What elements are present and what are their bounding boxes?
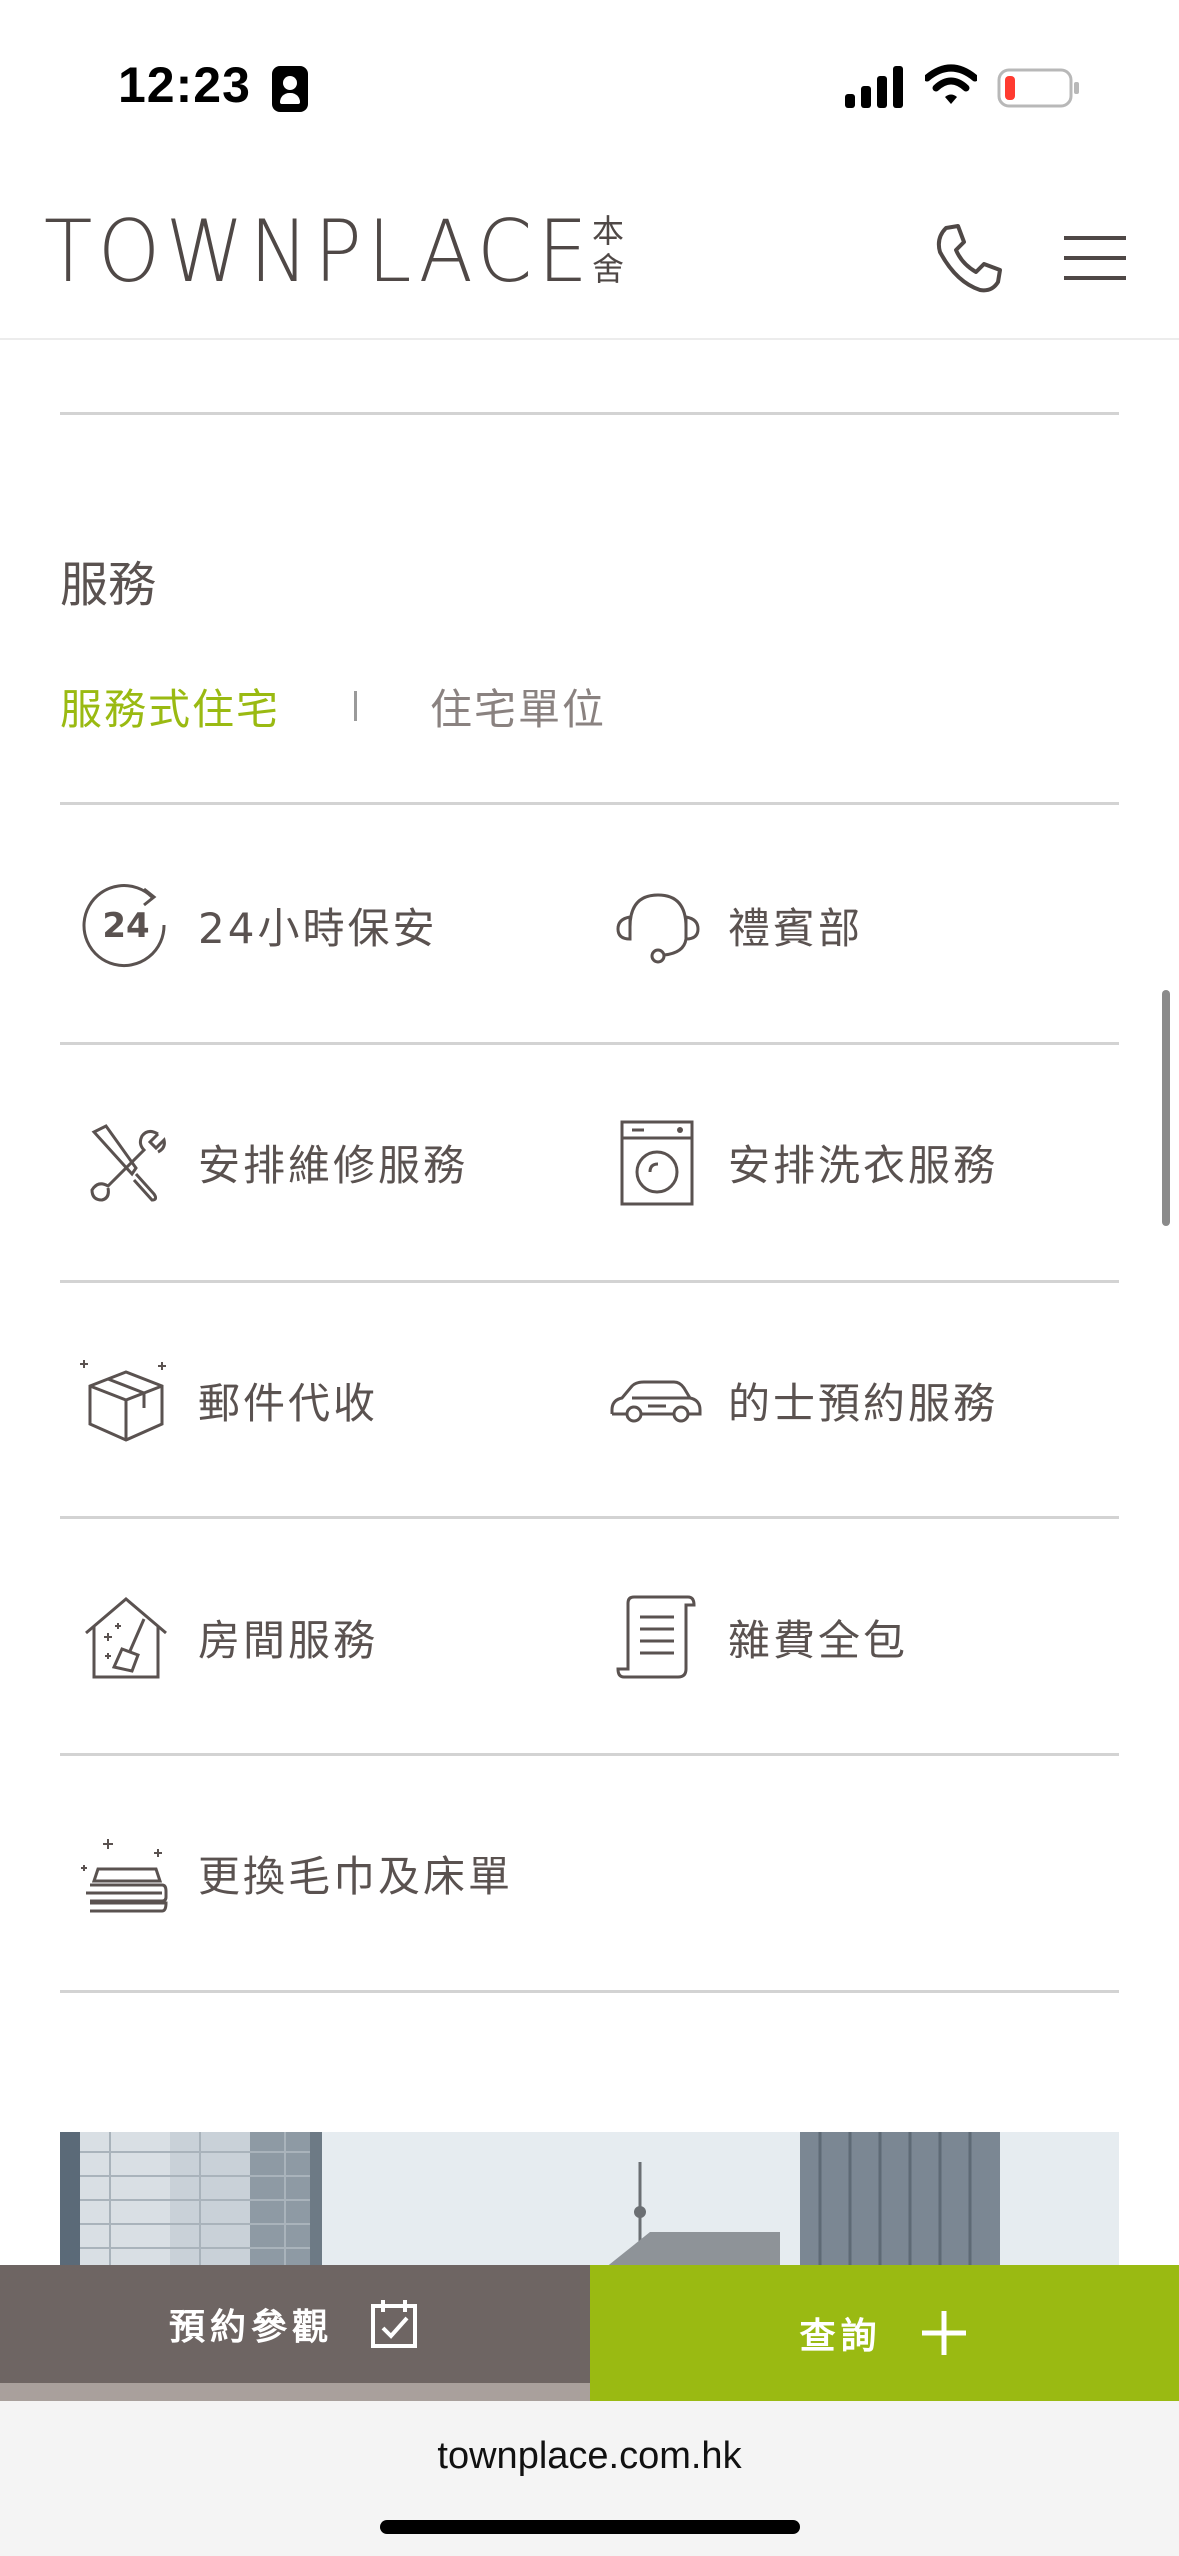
service-item: 更換毛巾及床單 — [78, 1823, 513, 1923]
package-icon — [78, 1352, 174, 1448]
divider — [60, 1516, 1119, 1519]
townplace-logo[interactable]: TOWNPLACE 本舍 — [44, 202, 641, 302]
service-label: 房間服務 — [198, 1615, 379, 1665]
cellular-signal-icon — [845, 66, 903, 108]
service-label: 的士預約服務 — [728, 1378, 999, 1428]
service-label: 郵件代收 — [198, 1378, 379, 1428]
tab-separator — [354, 691, 358, 721]
home-indicator[interactable] — [380, 2520, 800, 2534]
book-visit-label: 預約參觀 — [168, 2307, 333, 2348]
phone-icon[interactable] — [930, 220, 1008, 298]
washing-machine-icon — [608, 1114, 704, 1210]
enquiry-button[interactable]: 查詢 — [590, 2265, 1179, 2401]
calendar-check-icon — [371, 2300, 417, 2348]
divider — [60, 412, 1119, 415]
city-skyline-image — [60, 2132, 1119, 2272]
service-item: 安排洗衣服務 — [608, 1112, 998, 1212]
service-item: 的士預約服務 — [608, 1350, 998, 1450]
service-item: 房間服務 — [78, 1587, 378, 1687]
section-title: 服務 — [60, 557, 157, 613]
24-hour-icon: 24 — [78, 877, 174, 973]
service-tabs: 服務式住宅 住宅單位 — [60, 676, 606, 736]
url-text: townplace.com.hk — [437, 2435, 742, 2477]
receipt-icon — [608, 1589, 704, 1685]
service-label: 24小時保安 — [198, 903, 438, 953]
divider — [60, 1753, 1119, 1756]
contact-badge-icon — [272, 66, 308, 112]
service-item: 安排維修服務 — [78, 1112, 468, 1212]
plus-icon — [921, 2311, 966, 2355]
service-item: 雜費全包 — [608, 1587, 908, 1687]
enquiry-label: 查詢 — [799, 2316, 882, 2357]
cta-strip — [0, 2383, 590, 2401]
site-header: TOWNPLACE 本舍 — [0, 150, 1179, 340]
logo-chinese: 本舍 — [592, 212, 625, 288]
service-item: 24 24小時保安 — [78, 875, 437, 975]
wifi-icon — [925, 64, 977, 104]
book-visit-button[interactable]: 預約參觀 — [0, 2265, 590, 2383]
service-label: 雜費全包 — [728, 1615, 909, 1665]
hamburger-menu-icon[interactable] — [1060, 230, 1130, 286]
service-label: 禮賓部 — [728, 903, 864, 953]
svg-text:24: 24 — [102, 906, 149, 946]
service-item: 禮賓部 — [608, 875, 863, 975]
status-time: 12:23 — [118, 57, 251, 113]
page-scrollbar[interactable] — [1162, 990, 1170, 1226]
tab-serviced-apartments[interactable]: 服務式住宅 — [60, 676, 280, 737]
divider — [60, 802, 1119, 805]
towels-icon — [78, 1825, 174, 1921]
service-label: 安排洗衣服務 — [728, 1140, 999, 1190]
house-cleaning-icon — [78, 1589, 174, 1685]
divider — [60, 1990, 1119, 1993]
car-icon — [608, 1352, 704, 1448]
tab-residential-units[interactable]: 住宅單位 — [430, 676, 606, 737]
service-label: 安排維修服務 — [198, 1140, 469, 1190]
service-label: 更換毛巾及床單 — [198, 1851, 514, 1901]
tools-icon — [78, 1114, 174, 1210]
service-item: 郵件代收 — [78, 1350, 378, 1450]
status-bar: 12:23 — [0, 0, 1179, 150]
divider — [60, 1280, 1119, 1283]
headset-icon — [608, 877, 704, 973]
divider — [60, 1042, 1119, 1045]
logo-text: TOWNPLACE — [44, 202, 594, 302]
battery-icon — [997, 68, 1079, 108]
